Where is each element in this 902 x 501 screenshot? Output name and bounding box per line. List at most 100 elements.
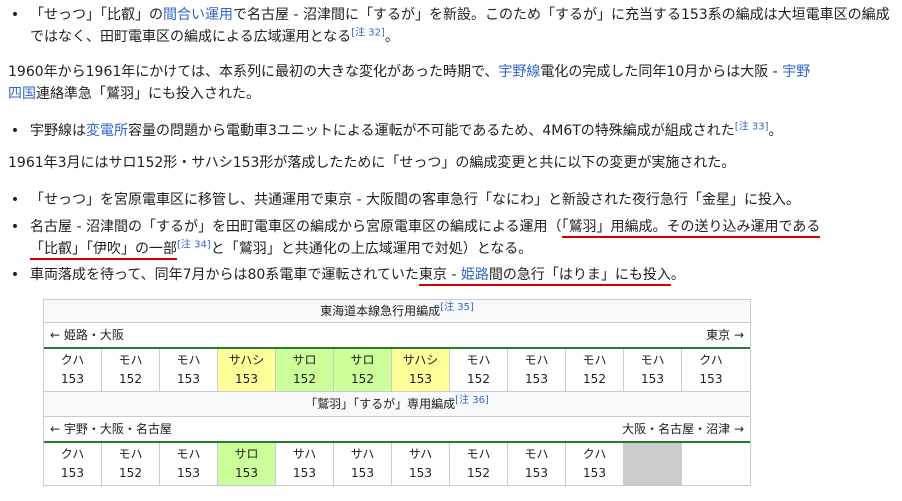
formation-table: 東海道本線急行用編成[注 35] ← 姫路・大阪 東京 → クハ 153 モハ 152… — [43, 299, 751, 486]
list-item-3: • 「せっつ」を宮原電車区に移管し、共通運用で東京 - 大阪間の客車急行「なにわ… — [8, 189, 893, 211]
link-uno-line[interactable]: 宇野線 — [498, 64, 540, 80]
car-type: モハ — [640, 353, 665, 367]
car-type: クハ — [60, 353, 85, 367]
car-number: 153 — [641, 372, 664, 386]
list-item-text: 名古屋 - 沼津間の「するが」を田町電車区の編成から宮原電車区の編成による運用（… — [8, 216, 893, 260]
car-cell: モハ 153 — [160, 443, 218, 485]
car-number: 153 — [351, 466, 374, 480]
car-type: モハ — [118, 353, 143, 367]
car-type: サロ — [350, 353, 375, 367]
car-type: モハ — [466, 353, 491, 367]
car-cell: サロ 152 — [276, 349, 334, 391]
bullet-icon: • — [10, 123, 20, 139]
table2-car-row: クハ 153 モハ 152 モハ 153 サロ 153 サハ 153 サハ 153 サハ 153 モハ 152… — [44, 443, 750, 485]
car-type: サハ — [408, 447, 433, 461]
paragraph-2: 1961年3月にはサロ152形・サハシ153形が落成したために「せっつ」の編成変… — [8, 155, 736, 171]
footnote-33[interactable]: [注 33] — [735, 121, 769, 132]
car-type: クハ — [699, 353, 723, 367]
car-number: 153 — [525, 466, 548, 480]
footnote-35[interactable]: [注 35] — [440, 302, 474, 313]
car-cell: サハ 153 — [334, 443, 392, 485]
car-number: 153 — [235, 466, 258, 480]
car-type: モハ — [524, 353, 549, 367]
car-type: サハシ — [228, 353, 265, 367]
car-number: 152 — [119, 372, 142, 386]
car-number: 152 — [467, 466, 490, 480]
car-cell: クハ 153 — [44, 443, 102, 485]
car-number: 153 — [583, 466, 606, 480]
car-number: 153 — [61, 466, 84, 480]
car-number: 152 — [467, 372, 490, 386]
car-cell: モハ 152 — [450, 349, 508, 391]
car-number: 152 — [119, 466, 142, 480]
car-number: 153 — [235, 372, 258, 386]
list-item-text: 「せっつ」「比叡」の間合い運用で名古屋 - 沼津間に「するが」を新設。このため「… — [30, 7, 890, 45]
car-number: 153 — [177, 466, 200, 480]
car-cell: モハ 152 — [102, 443, 160, 485]
paragraph-1: 1960年から1961年にかけては、本系列に最初の大きな変化があった時期で、宇野… — [8, 64, 811, 102]
bullet-icon: • — [10, 219, 20, 235]
direction-left: ← 宇野・大阪・名古屋 — [50, 422, 172, 436]
table1-direction-row: ← 姫路・大阪 東京 → — [44, 323, 750, 349]
car-cell: モハ 153 — [508, 349, 566, 391]
car-number: 153 — [177, 372, 200, 386]
car-type: モハ — [118, 447, 143, 461]
car-cell: クハ 153 — [566, 443, 624, 485]
car-type: モハ — [176, 447, 201, 461]
link-substation[interactable]: 変電所 — [86, 123, 128, 139]
car-cell: サロ 152 — [334, 349, 392, 391]
car-number: 152 — [293, 372, 316, 386]
car-number: 153 — [61, 372, 84, 386]
car-type: クハ — [60, 447, 85, 461]
list-item-text: 車両落成を待って、同年7月からは80系電車で運転されていた東京 - 姫路間の急行… — [8, 264, 893, 286]
list-item-2: • 宇野線は変電所容量の問題から電動車3ユニットによる運転が不可能であるため、4… — [8, 120, 893, 142]
car-cell: クハ 153 — [44, 349, 102, 391]
car-cell: モハ 153 — [624, 349, 682, 391]
car-number: 153 — [293, 466, 316, 480]
car-type: サロ — [234, 447, 259, 461]
bullet-icon: • — [10, 267, 20, 283]
car-cell: サハシ 153 — [392, 349, 450, 391]
car-type: モハ — [466, 447, 491, 461]
list-item-5: • 車両落成を待って、同年7月からは80系電車で運転されていた東京 - 姫路間の… — [8, 264, 893, 286]
link-maai-unyou[interactable]: 間合い運用 — [163, 7, 233, 23]
car-number: 153 — [409, 372, 432, 386]
table2-title: 「鷲羽」「するが」専用編成[注 36] — [44, 391, 750, 417]
car-number: 152 — [583, 372, 606, 386]
car-type: サロ — [292, 353, 317, 367]
link-uno[interactable]: 宇野 — [782, 64, 810, 80]
car-cell: サハ 153 — [276, 443, 334, 485]
list-item-text: 「せっつ」を宮原電車区に移管し、共通運用で東京 - 大阪間の客車急行「なにわ」と… — [30, 192, 800, 208]
link-shikoku[interactable]: 四国 — [8, 86, 36, 102]
footnote-32[interactable]: [注 32] — [351, 27, 385, 38]
underlined-text-3: 東京 - 姫路間の急行「はりま」にも投入 — [418, 267, 671, 286]
car-type: サハシ — [402, 353, 439, 367]
car-cell: サロ 153 — [218, 443, 276, 485]
car-type: モハ — [582, 353, 607, 367]
car-cell: モハ 152 — [566, 349, 624, 391]
underlined-text-1: 「鷲羽」用編成。その送り込み運用である — [561, 219, 821, 238]
list-item-4: • 名古屋 - 沼津間の「するが」を田町電車区の編成から宮原電車区の編成による運… — [8, 216, 893, 260]
direction-left: ← 姫路・大阪 — [50, 328, 124, 342]
link-himeji[interactable]: 姫路 — [461, 267, 489, 283]
table1-car-row: クハ 153 モハ 152 モハ 153 サハシ 153 サロ 152 サロ 152 サハシ 153 モハ 1… — [44, 349, 750, 391]
direction-right: 大阪・名古屋・沼津 → — [622, 422, 744, 436]
list-item-1: • 「せっつ」「比叡」の間合い運用で名古屋 - 沼津間に「するが」を新設。このた… — [8, 4, 893, 48]
car-cell — [624, 443, 682, 485]
car-cell: モハ 152 — [450, 443, 508, 485]
car-type: サハ — [350, 447, 375, 461]
car-number: 152 — [351, 372, 374, 386]
car-number: 153 — [525, 372, 548, 386]
list-item-text: 宇野線は変電所容量の問題から電動車3ユニットによる運転が不可能であるため、4M6… — [30, 121, 783, 139]
car-cell: モハ 152 — [102, 349, 160, 391]
car-type: モハ — [176, 353, 201, 367]
direction-right: 東京 → — [706, 328, 744, 342]
car-cell: モハ 153 — [160, 349, 218, 391]
car-type: モハ — [524, 447, 549, 461]
car-cell: クハ 153 — [682, 349, 740, 391]
footnote-34[interactable]: [注 34] — [177, 239, 211, 250]
table1-title: 東海道本線急行用編成[注 35] — [44, 300, 750, 323]
footnote-36[interactable]: [注 36] — [455, 395, 489, 406]
bullet-icon: • — [10, 7, 20, 23]
car-cell: モハ 153 — [508, 443, 566, 485]
